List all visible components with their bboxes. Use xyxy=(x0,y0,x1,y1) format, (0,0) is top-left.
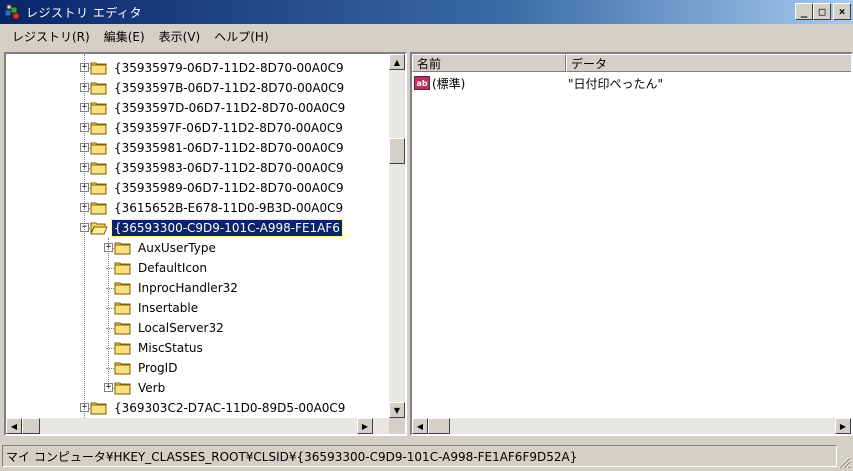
column-header-name[interactable]: 名前 xyxy=(412,54,566,72)
folder-icon xyxy=(114,341,132,355)
folder-icon xyxy=(90,81,108,95)
scroll-thumb[interactable] xyxy=(389,138,405,164)
tree-item-label: {3593597F-06D7-11D2-8D70-00A0C9 xyxy=(114,121,343,135)
tree-item[interactable]: Insertable xyxy=(106,298,200,318)
tree-item-label: {369303C2-D7AC-11D0-89D5-00A0C9 xyxy=(114,401,346,415)
folder-icon xyxy=(90,201,108,215)
tree-item-label: LocalServer32 xyxy=(138,321,224,335)
tree-guide-line xyxy=(108,238,109,388)
folder-icon xyxy=(90,141,108,155)
scroll-left-button[interactable]: ◀ xyxy=(6,418,22,434)
window-title: レジストリ エディタ xyxy=(26,5,142,20)
folder-icon xyxy=(114,321,132,335)
tree-item[interactable]: + {35935983-06D7-11D2-8D70-00A0C9 xyxy=(80,158,346,178)
tree-item-label: {35935989-06D7-11D2-8D70-00A0C9 xyxy=(114,181,344,195)
tree-horizontal-scrollbar[interactable]: ◀ ▶ xyxy=(6,418,389,434)
menu-bar: レジストリ(R) 編集(E) 表示(V) ヘルプ(H) xyxy=(0,24,853,48)
maximize-button[interactable]: □ xyxy=(813,3,831,20)
scroll-corner xyxy=(389,418,405,434)
list-horizontal-scrollbar[interactable]: ◀ ▶ xyxy=(412,418,851,434)
folder-icon xyxy=(90,181,108,195)
hscroll-thumb[interactable] xyxy=(22,418,40,434)
tree-item-label: {35935981-06D7-11D2-8D70-00A0C9 xyxy=(114,141,344,155)
folder-icon xyxy=(114,381,132,395)
tree-item-label: {3593597B-06D7-11D2-8D70-00A0C9 xyxy=(114,81,345,95)
folder-icon xyxy=(90,121,108,135)
scroll-up-button[interactable]: ▲ xyxy=(389,54,405,70)
tree-item-label: {35935983-06D7-11D2-8D70-00A0C9 xyxy=(114,161,344,175)
folder-icon xyxy=(90,401,108,415)
tree-item[interactable]: + {3593597B-06D7-11D2-8D70-00A0C9 xyxy=(80,78,346,98)
list-item[interactable]: ab (標準) "日付印ぺったん" xyxy=(412,74,663,92)
folder-icon xyxy=(90,101,108,115)
tree-item[interactable]: + {35935989-06D7-11D2-8D70-00A0C9 xyxy=(80,178,346,198)
tree-item-label: ProgID xyxy=(138,361,178,375)
tree-item-label: MiscStatus xyxy=(138,341,203,355)
value-name: (標準) xyxy=(432,76,466,91)
tree-item-label: {35935979-06D7-11D2-8D70-00A0C9 xyxy=(114,61,344,75)
tree-item-label: {36593300-C9D9-101C-A998-FE1AF6 xyxy=(111,219,343,237)
scroll-left-button[interactable]: ◀ xyxy=(412,418,428,434)
menu-registry[interactable]: レジストリ(R) xyxy=(6,28,98,45)
tree-item[interactable]: + {3593597D-06D7-11D2-8D70-00A0C9 xyxy=(80,98,347,118)
folder-icon xyxy=(114,361,132,375)
registry-app-icon xyxy=(4,4,22,20)
menu-view[interactable]: 表示(V) xyxy=(153,28,209,45)
close-button[interactable]: × xyxy=(833,3,851,20)
folder-icon xyxy=(114,281,132,295)
tree-item-label: Insertable xyxy=(138,301,199,315)
status-bar: マイ コンピュータ¥HKEY_CLASSES_ROOT¥CLSID¥{36593… xyxy=(0,441,853,471)
tree-guide-line xyxy=(84,54,85,418)
tree-item-label: {3615652B-E678-11D0-9B3D-00A0C9 xyxy=(114,201,344,215)
folder-icon xyxy=(90,161,108,175)
scroll-right-button[interactable]: ▶ xyxy=(835,418,851,434)
tree-item[interactable]: DefaultIcon xyxy=(106,258,209,278)
tree-item[interactable]: + {369303C2-D7AC-11D0-89D5-00A0C9 xyxy=(80,398,347,418)
tree-item[interactable]: MiscStatus xyxy=(106,338,205,358)
status-path: マイ コンピュータ¥HKEY_CLASSES_ROOT¥CLSID¥{36593… xyxy=(2,445,837,467)
ab-string-value-icon: ab xyxy=(414,76,430,90)
tree-item-label: Verb xyxy=(138,381,166,395)
value-data: "日付印ぺったん" xyxy=(568,76,664,91)
tree-item[interactable]: + {3593597F-06D7-11D2-8D70-00A0C9 xyxy=(80,118,345,138)
values-list-pane[interactable]: 名前 データ ab (標準) "日付印ぺったん" ◀ ▶ xyxy=(410,52,853,436)
scroll-right-button[interactable]: ▶ xyxy=(357,418,373,434)
tree-item[interactable]: + {35935979-06D7-11D2-8D70-00A0C9 xyxy=(80,58,346,78)
tree-item[interactable]: LocalServer32 xyxy=(106,318,226,338)
menu-edit[interactable]: 編集(E) xyxy=(98,28,153,45)
tree-item[interactable]: InprocHandler32 xyxy=(106,278,240,298)
folder-icon xyxy=(90,221,108,235)
tree-item-label: InprocHandler32 xyxy=(138,281,238,295)
title-bar[interactable]: レジストリ エディタ _ □ × xyxy=(0,0,853,24)
tree-item-label: AuxUserType xyxy=(138,241,216,255)
registry-tree-pane[interactable]: + {35935979-06D7-11D2-8D70-00A0C9 + {359359… xyxy=(4,52,407,436)
scroll-down-button[interactable]: ▼ xyxy=(389,402,405,418)
tree-item[interactable]: + {35935981-06D7-11D2-8D70-00A0C9 xyxy=(80,138,346,158)
resize-grip-icon[interactable] xyxy=(837,455,851,469)
tree-item-label: DefaultIcon xyxy=(138,261,207,275)
tree-item-label: {3593597D-06D7-11D2-8D70-00A0C9 xyxy=(114,101,346,115)
tree-vertical-scrollbar[interactable]: ▲ ▼ xyxy=(389,54,405,418)
folder-icon xyxy=(114,301,132,315)
folder-icon xyxy=(114,261,132,275)
window-controls: _ □ × xyxy=(795,3,851,20)
tree-item[interactable]: + {3615652B-E678-11D0-9B3D-00A0C9 xyxy=(80,198,345,218)
tree-item[interactable]: + AuxUserType xyxy=(104,238,218,258)
tree-item[interactable]: ProgID xyxy=(106,358,179,378)
minimize-button[interactable]: _ xyxy=(795,3,813,20)
folder-icon xyxy=(114,241,132,255)
hscroll-thumb[interactable] xyxy=(428,418,450,434)
menu-help[interactable]: ヘルプ(H) xyxy=(208,28,276,45)
folder-icon xyxy=(90,61,108,75)
column-header-data[interactable]: データ xyxy=(566,54,851,72)
list-header: 名前 データ xyxy=(412,54,851,72)
tree-item[interactable]: + Verb xyxy=(104,378,167,398)
tree-item[interactable]: − {36593300-C9D9-101C-A998-FE1AF6 xyxy=(80,218,343,238)
